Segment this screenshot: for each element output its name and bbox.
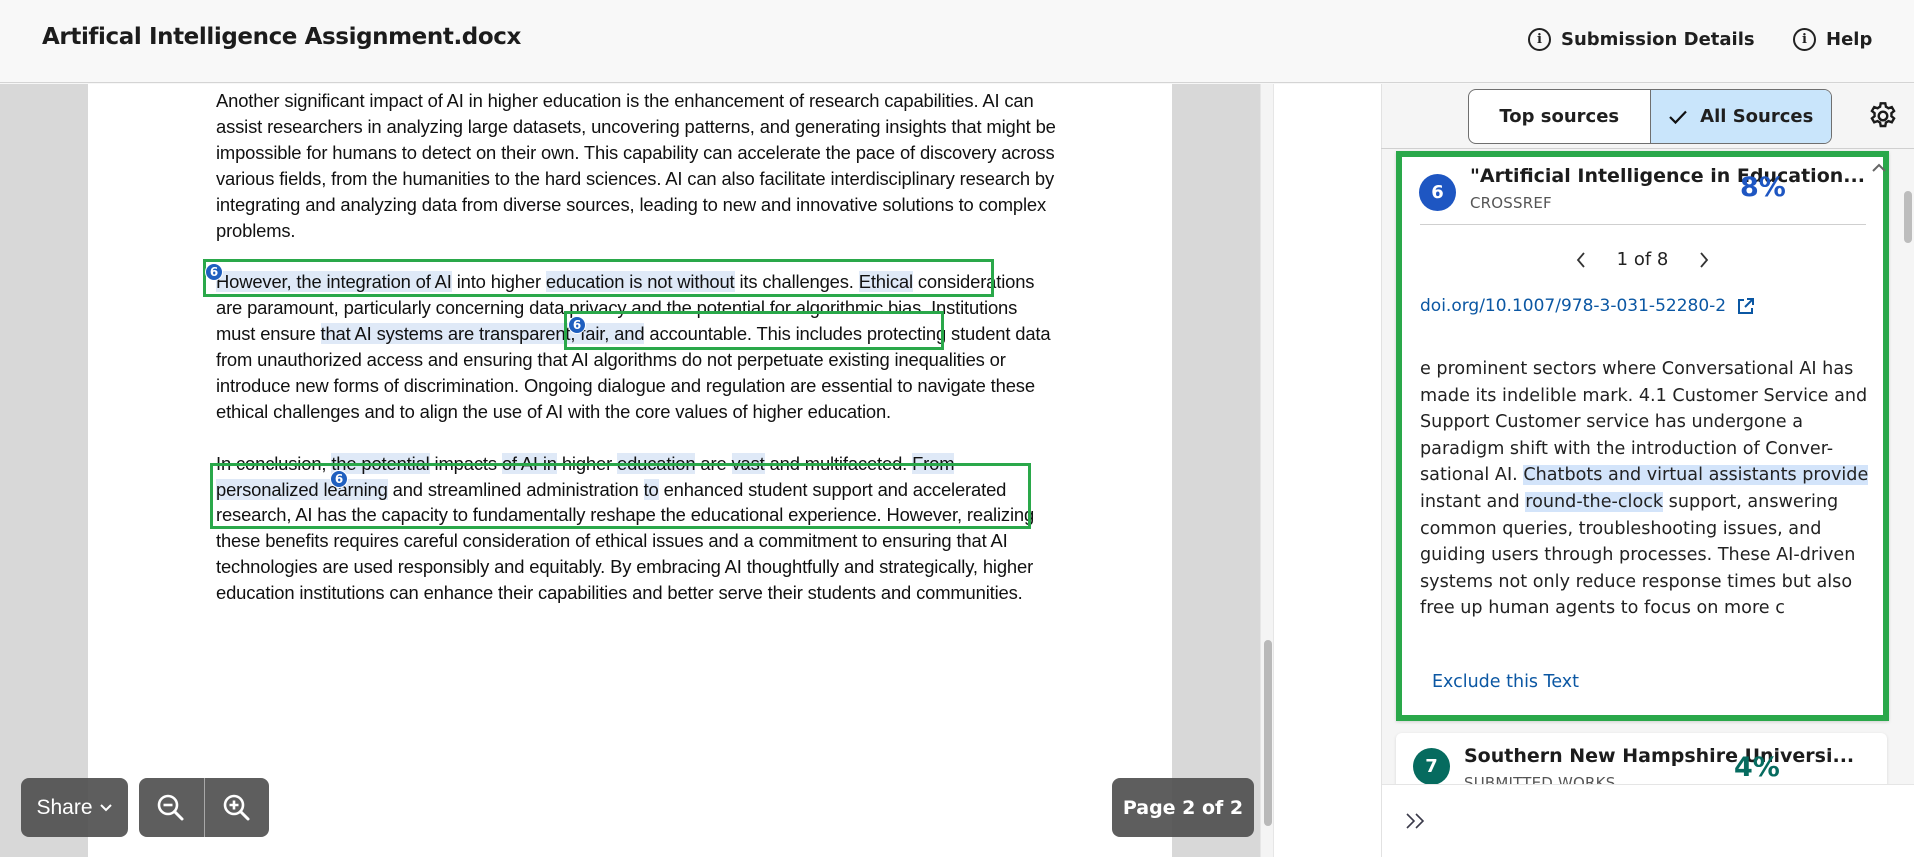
source-excerpt: e prominent sectors where Conversational…: [1420, 356, 1870, 622]
sources-scrollbar-thumb[interactable]: [1904, 191, 1912, 243]
help-button[interactable]: i Help: [1793, 28, 1872, 51]
source-type: CROSSREF: [1470, 194, 1552, 212]
match-pager: 1 of 8: [1402, 249, 1883, 270]
checkmark-icon: [1669, 110, 1687, 124]
source-filter-toggle: Top sources All Sources: [1468, 89, 1832, 144]
document-text: Another significant impact of AI in high…: [216, 88, 1056, 632]
citation-badge[interactable]: 6: [205, 263, 223, 281]
source-card-expanded[interactable]: 6 "Artificial Intelligence in Education.…: [1396, 151, 1889, 721]
chevron-down-icon: [99, 803, 112, 811]
chevron-left-icon: [1576, 251, 1585, 268]
source-title[interactable]: Southern New Hampshire Universi...: [1464, 745, 1854, 767]
info-icon: i: [1793, 28, 1816, 51]
external-link-icon: [1738, 297, 1755, 314]
source-percentage: 4%: [1734, 752, 1780, 783]
source-number-badge: 6: [1419, 174, 1456, 211]
match-counter: 1 of 8: [1616, 249, 1669, 270]
document-title: Artifical Intelligence Assignment.docx: [42, 24, 521, 50]
source-number-badge: 7: [1413, 748, 1450, 785]
zoom-controls: [139, 778, 269, 837]
double-chevron-right-icon[interactable]: [1404, 811, 1428, 831]
top-sources-tab[interactable]: Top sources: [1469, 90, 1650, 143]
top-header: Artifical Intelligence Assignment.docx i…: [0, 0, 1914, 83]
source-title[interactable]: "Artificial Intelligence in Education...: [1470, 165, 1865, 187]
panel-footer: [1382, 784, 1914, 857]
previous-match-button[interactable]: [1571, 250, 1591, 270]
zoom-in-icon: [223, 794, 250, 820]
next-match-button[interactable]: [1694, 250, 1714, 270]
info-icon: i: [1528, 28, 1551, 51]
chevron-right-icon: [1700, 251, 1709, 268]
zoom-out-icon: [157, 794, 184, 820]
viewer-gutter: [1274, 84, 1381, 857]
match-highlight-box[interactable]: [564, 311, 944, 350]
document-scrollbar-thumb[interactable]: [1264, 640, 1272, 826]
match-highlight-box[interactable]: [203, 259, 994, 297]
exclude-text-button[interactable]: Exclude this Text: [1432, 672, 1579, 692]
citation-badge[interactable]: 6: [330, 470, 348, 488]
all-sources-tab[interactable]: All Sources: [1649, 90, 1831, 143]
divider: [1420, 224, 1866, 225]
citation-badge[interactable]: 6: [568, 316, 586, 334]
page-indicator: Page 2 of 2: [1112, 778, 1254, 837]
source-link[interactable]: doi.org/10.1007/978-3-031-52280-2: [1420, 296, 1755, 316]
share-button[interactable]: Share: [21, 778, 128, 837]
matched-excerpt-text: Chatbots and virtual assistants provide: [1523, 465, 1869, 486]
source-link-text: doi.org/10.1007/978-3-031-52280-2: [1420, 296, 1727, 316]
text-segment: Another significant impact of AI in high…: [216, 90, 1056, 241]
collapse-chevron-up-icon[interactable]: [1870, 161, 1888, 175]
source-percentage: 8%: [1740, 172, 1786, 203]
zoom-in-button[interactable]: [205, 778, 270, 837]
submission-details-button[interactable]: i Submission Details: [1528, 28, 1755, 51]
matched-excerpt-text: round-the-clock: [1525, 491, 1664, 512]
top-sources-label: Top sources: [1499, 106, 1620, 127]
help-label: Help: [1826, 29, 1873, 50]
paragraph: Another significant impact of AI in high…: [216, 88, 1056, 243]
zoom-out-button[interactable]: [139, 778, 204, 837]
excerpt-text: instant and: [1420, 491, 1526, 512]
gear-icon[interactable]: [1867, 100, 1899, 132]
share-label: Share: [36, 795, 93, 819]
submission-details-label: Submission Details: [1561, 29, 1755, 50]
all-sources-label: All Sources: [1700, 106, 1814, 127]
divider: [1381, 148, 1914, 149]
